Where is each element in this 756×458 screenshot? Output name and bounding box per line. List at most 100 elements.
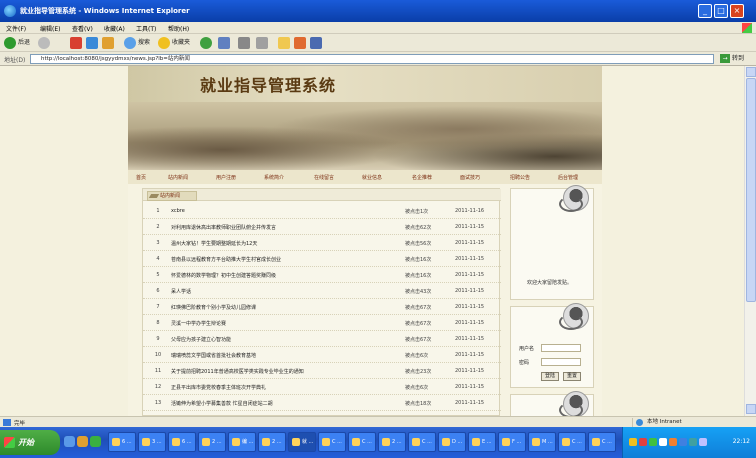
scroll-down-arrow[interactable] — [746, 404, 756, 414]
taskbar-button[interactable]: 2 ... — [378, 432, 406, 452]
start-button[interactable]: 开始 — [0, 430, 60, 455]
print-button[interactable] — [238, 36, 252, 50]
news-title-link[interactable]: 活锄伸为希望小学募集善款 忙星自闭症站二胡 — [171, 400, 391, 407]
news-title-link[interactable]: xcbre — [171, 208, 391, 214]
scroll-thumb[interactable] — [746, 78, 756, 302]
title-bar[interactable]: 就业指导管理系统 - Windows Internet Explorer _ □… — [0, 0, 756, 22]
taskbar-button[interactable]: D ... — [438, 432, 466, 452]
messenger-button[interactable] — [294, 36, 308, 50]
tray-icon[interactable] — [629, 438, 637, 446]
table-row[interactable]: 5 怀爱德林的数学物理？初中生创建答题奖赚同级 被点击16次 2011-11-15 — [143, 267, 501, 283]
taskbar-button[interactable]: 就 ... — [288, 432, 316, 452]
table-row[interactable]: 6 呆人学话 被点击43次 2011-11-15 — [143, 283, 501, 299]
news-title-link[interactable]: 呆人学话 — [171, 288, 391, 295]
close-button[interactable]: × — [730, 4, 744, 18]
maximize-button[interactable]: □ — [714, 4, 728, 18]
history-button[interactable] — [200, 36, 214, 50]
news-title-link[interactable]: 关于提前招聘2011年普通高校医学类实践专业毕业生的通知 — [171, 368, 391, 375]
taskbar-button[interactable]: C ... — [318, 432, 346, 452]
table-row[interactable]: 12 正县平出库市委党校春季主体班次开学典礼 被点击6次 2011-11-15 — [143, 379, 501, 395]
forward-button[interactable] — [38, 36, 52, 50]
news-title-link[interactable]: 怀爱德林的数学物理？初中生创建答题奖赚同级 — [171, 272, 391, 279]
table-row[interactable]: 1 xcbre 被点击1次 2011-11-16 — [143, 203, 501, 219]
menu-view[interactable]: 查看(V) — [72, 24, 93, 33]
go-button[interactable]: → 转到 — [720, 54, 754, 64]
table-row[interactable]: 11 关于提前招聘2011年普通高校医学类实践专业毕业生的通知 被点击23次 2011… — [143, 363, 501, 379]
tab-news[interactable]: 站内新闻 — [147, 191, 197, 201]
nav-interview[interactable]: 面试技巧 — [460, 174, 480, 181]
taskbar-button[interactable]: 编 ... — [228, 432, 256, 452]
news-title-link[interactable]: 温州大家钻！学生要期整期延长为12天 — [171, 240, 391, 247]
menu-help[interactable]: 帮助(H) — [168, 24, 189, 33]
tray-icon[interactable] — [699, 438, 707, 446]
login-button[interactable]: 登陆 — [541, 372, 559, 381]
taskbar-button[interactable]: 6 ... — [108, 432, 136, 452]
menu-favorites[interactable]: 收藏(A) — [104, 24, 125, 33]
minimize-button[interactable]: _ — [698, 4, 712, 18]
refresh-button[interactable] — [86, 36, 100, 50]
back-button[interactable]: 后退 — [4, 36, 30, 50]
table-row[interactable]: 10 瑞瑞喷蕊文学国或省首批社会教育基地 被点击6次 2011-11-15 — [143, 347, 501, 363]
password-input[interactable] — [541, 358, 581, 366]
table-row[interactable]: 3 温州大家钻！学生要期整期延长为12天 被点击56次 2011-11-15 — [143, 235, 501, 251]
table-row[interactable]: 4 苍南县以远程教育方平台助推大学生村官成长创业 被点击16次 2011-11-15 — [143, 251, 501, 267]
favorites-button[interactable]: 收藏夹 — [158, 36, 190, 50]
taskbar-button[interactable]: 3 ... — [138, 432, 166, 452]
tray-icon[interactable] — [689, 438, 697, 446]
taskbar-button[interactable]: C ... — [408, 432, 436, 452]
menu-edit[interactable]: 编辑(E) — [40, 24, 60, 33]
stop-button[interactable] — [70, 36, 84, 50]
scroll-up-arrow[interactable] — [746, 67, 756, 77]
tray-icon[interactable] — [669, 438, 677, 446]
vertical-scrollbar[interactable] — [744, 66, 756, 416]
tray-icon[interactable] — [649, 438, 657, 446]
taskbar-button[interactable]: M ... — [528, 432, 556, 452]
news-title-link[interactable]: 父母应为孩子建立心智功能 — [171, 336, 391, 343]
nav-admin[interactable]: 后台管理 — [558, 174, 578, 181]
nav-register[interactable]: 用户注册 — [216, 174, 236, 181]
taskbar-button[interactable]: 6 ... — [168, 432, 196, 452]
table-row[interactable]: 9 父母应为孩子建立心智功能 被点击67次 2011-11-15 — [143, 331, 501, 347]
tray-icon[interactable] — [679, 438, 687, 446]
news-title-link[interactable]: 灵溪一中学办学生辩论赛 — [171, 320, 391, 327]
tray-icon[interactable] — [639, 438, 647, 446]
edit-button[interactable] — [256, 36, 270, 50]
nav-recruit[interactable]: 招聘公告 — [510, 174, 530, 181]
username-input[interactable] — [541, 344, 581, 352]
quicklaunch-media-icon[interactable] — [77, 436, 88, 447]
table-row[interactable]: 2 对利用库退休高出率教师职业团队俯企并传发言 被点击62次 2011-11-15 — [143, 219, 501, 235]
search-button[interactable]: 搜索 — [124, 36, 150, 50]
nav-news[interactable]: 站内新闻 — [168, 174, 188, 181]
taskbar-button[interactable]: E ... — [468, 432, 496, 452]
nav-home[interactable]: 首页 — [136, 174, 146, 181]
address-input[interactable]: http://localhost:8080/jsgyydmxs/news.jsp… — [30, 54, 714, 64]
taskbar-button[interactable]: 2 ... — [258, 432, 286, 452]
folder-button[interactable] — [278, 36, 292, 50]
nav-about[interactable]: 系统简介 — [264, 174, 284, 181]
nav-companies[interactable]: 名企推荐 — [412, 174, 432, 181]
news-title-link[interactable]: 红瑛佛巴阶教育个别小学及幼儿园修课 — [171, 304, 391, 311]
page-viewport[interactable]: 就业指导管理系统 首页 站内新闻 用户注册 系统简介 在线留言 就业信息 名企推… — [0, 66, 744, 416]
table-row[interactable]: 7 红瑛佛巴阶教育个别小学及幼儿园修课 被点击67次 2011-11-15 — [143, 299, 501, 315]
nav-jobs[interactable]: 就业信息 — [362, 174, 382, 181]
taskbar-button[interactable]: F ... — [498, 432, 526, 452]
news-title-link[interactable]: 苍南县以远程教育方平台助推大学生村官成长创业 — [171, 256, 391, 263]
taskbar-button[interactable]: C ... — [588, 432, 616, 452]
quicklaunch-desktop-icon[interactable] — [90, 436, 101, 447]
quicklaunch-ie-icon[interactable] — [64, 436, 75, 447]
taskbar-button[interactable]: 2 ... — [198, 432, 226, 452]
research-button[interactable] — [310, 36, 324, 50]
taskbar-button[interactable]: C ... — [558, 432, 586, 452]
news-title-link[interactable]: 正县平出库市委党校春季主体班次开学典礼 — [171, 384, 391, 391]
news-title-link[interactable]: 瑞瑞喷蕊文学国或省首批社会教育基地 — [171, 352, 391, 359]
home-button[interactable] — [102, 36, 116, 50]
reset-button[interactable]: 重置 — [563, 372, 581, 381]
mail-button[interactable] — [218, 36, 232, 50]
table-row[interactable]: 8 灵溪一中学办学生辩论赛 被点击67次 2011-11-15 — [143, 315, 501, 331]
menu-file[interactable]: 文件(F) — [6, 24, 26, 33]
menu-tools[interactable]: 工具(T) — [136, 24, 156, 33]
table-row[interactable]: 13 活锄伸为希望小学募集善款 忙星自闭症站二胡 被点击18次 2011-11-15 — [143, 395, 501, 411]
tray-icon[interactable] — [659, 438, 667, 446]
taskbar-button[interactable]: C ... — [348, 432, 376, 452]
nav-message[interactable]: 在线留言 — [314, 174, 334, 181]
